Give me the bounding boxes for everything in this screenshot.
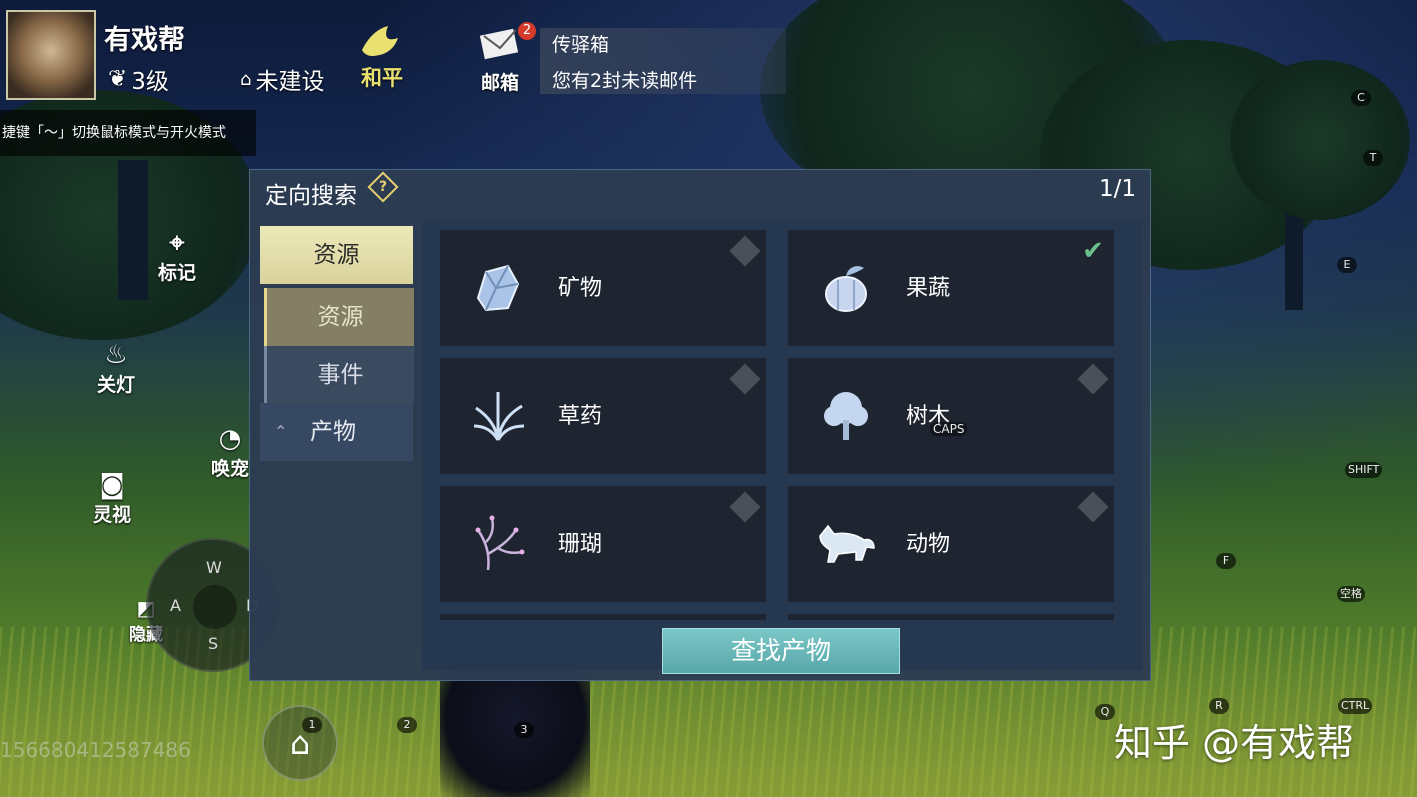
- key-hint-c: C: [1351, 90, 1371, 106]
- item-label: 草药: [558, 404, 603, 429]
- peace-mode-button[interactable]: 和平: [354, 24, 410, 92]
- key-hint-t: T: [1363, 150, 1383, 166]
- caps-key-hint: CAPS: [930, 422, 968, 436]
- unchecked-diamond-icon[interactable]: [729, 491, 761, 523]
- herb-icon: [473, 392, 525, 441]
- light-label: 关灯: [96, 374, 135, 396]
- panel-header: 定向搜索 ? 1/1: [250, 170, 1150, 212]
- hotbar-key-2[interactable]: 2: [397, 717, 417, 733]
- level-icon: ❦: [108, 66, 128, 92]
- vision-button[interactable]: ◙ 灵视: [80, 470, 144, 527]
- mailbox-button[interactable]: 邮箱: [476, 24, 524, 95]
- tab-products-label: 产物: [310, 419, 356, 445]
- watermark: 知乎 @有戏帮: [1114, 721, 1355, 765]
- guild-status[interactable]: ⌂ 未建设: [240, 62, 324, 96]
- player-level: ❦ 3级: [108, 62, 169, 96]
- envelope-icon: [479, 28, 519, 60]
- guild-icon: ⌂: [240, 68, 252, 90]
- hotbar-key-1[interactable]: 1: [302, 717, 322, 733]
- mark-button[interactable]: ⌖ 标记: [145, 228, 209, 285]
- directed-search-panel: 定向搜索 ? 1/1 资源 资源 事件 ⌃ 产物 矿物 果蔬 ✔ 草药 树木 珊…: [249, 169, 1151, 681]
- location-pin-icon: ⌖: [169, 228, 185, 258]
- dpad-up-key[interactable]: W: [206, 558, 222, 577]
- item-grid: 矿物 果蔬 ✔ 草药 树木 珊瑚 动物: [422, 220, 1142, 670]
- mode-switch-hint: 捷键「～」切换鼠标模式与开火模式: [0, 110, 256, 156]
- animal-icon: [819, 524, 875, 563]
- mail-count-badge: 2: [518, 22, 536, 40]
- light-toggle-button[interactable]: ♨ 关灯: [84, 340, 148, 397]
- dpad-left-key[interactable]: A: [170, 596, 181, 615]
- item-card-coral[interactable]: 珊瑚: [440, 486, 766, 602]
- subtab-events[interactable]: 事件: [264, 346, 414, 404]
- torch-icon: ♨: [104, 340, 128, 370]
- player-avatar[interactable]: [6, 10, 96, 100]
- guild-text: 未建设: [255, 69, 325, 95]
- coral-icon: [475, 515, 525, 571]
- player-id: 156680412587486: [0, 738, 191, 762]
- home-button[interactable]: ⌂: [262, 705, 338, 781]
- item-label: 果蔬: [906, 276, 951, 301]
- help-icon[interactable]: ?: [367, 171, 399, 203]
- next-row-card: [788, 614, 1114, 620]
- mail-subtitle: 您有2封未读邮件: [552, 70, 698, 92]
- item-label: 珊瑚: [558, 532, 603, 557]
- chevron-up-icon: ⌃: [274, 422, 288, 441]
- mineral-icon: [476, 264, 520, 312]
- tab-resources[interactable]: 资源: [260, 226, 413, 284]
- dove-icon: [362, 26, 398, 56]
- summon-label: 唤宠: [210, 458, 249, 480]
- unchecked-diamond-icon[interactable]: [729, 363, 761, 395]
- item-label: 动物: [906, 532, 951, 557]
- help-symbol: ?: [378, 179, 388, 195]
- vision-label: 灵视: [92, 504, 131, 526]
- dpad-down-key[interactable]: S: [208, 634, 218, 653]
- key-hint-space: 空格: [1337, 586, 1365, 602]
- fruit-icon: [825, 266, 867, 312]
- peace-mode-label: 和平: [361, 66, 403, 90]
- unchecked-diamond-icon[interactable]: [1077, 491, 1109, 523]
- subtab-resources[interactable]: 资源: [264, 288, 414, 346]
- item-card-animal[interactable]: 动物: [788, 486, 1114, 602]
- level-text: 3级: [131, 69, 169, 95]
- key-hint-f: F: [1216, 553, 1236, 569]
- tab-products[interactable]: ⌃ 产物: [260, 403, 413, 461]
- unchecked-diamond-icon[interactable]: [729, 235, 761, 267]
- item-card-mineral[interactable]: 矿物: [440, 230, 766, 346]
- player-name: 有戏帮: [104, 25, 185, 56]
- item-card-herb[interactable]: 草药: [440, 358, 766, 474]
- unchecked-diamond-icon[interactable]: [1077, 363, 1109, 395]
- dpad-center[interactable]: [193, 585, 237, 629]
- next-row-card: [440, 614, 766, 620]
- hotbar-key-3[interactable]: 3: [514, 722, 534, 738]
- item-label: 矿物: [558, 276, 603, 301]
- tree-icon: [824, 392, 868, 440]
- find-products-button[interactable]: 查找产物: [662, 628, 900, 674]
- camera-icon: ◙: [99, 470, 125, 500]
- key-hint-e: E: [1337, 257, 1357, 273]
- item-card-tree[interactable]: 树木: [788, 358, 1114, 474]
- mailbox-label: 邮箱: [480, 72, 519, 94]
- item-card-fruit[interactable]: 果蔬 ✔: [788, 230, 1114, 346]
- mark-label: 标记: [157, 262, 196, 284]
- panel-title: 定向搜索: [265, 183, 357, 209]
- mail-title: 传驿箱: [552, 34, 610, 56]
- key-hint-q: Q: [1095, 704, 1115, 720]
- page-indicator: 1/1: [1098, 176, 1136, 202]
- check-icon[interactable]: ✔: [1082, 238, 1104, 264]
- key-hint-shift: SHIFT: [1345, 462, 1383, 478]
